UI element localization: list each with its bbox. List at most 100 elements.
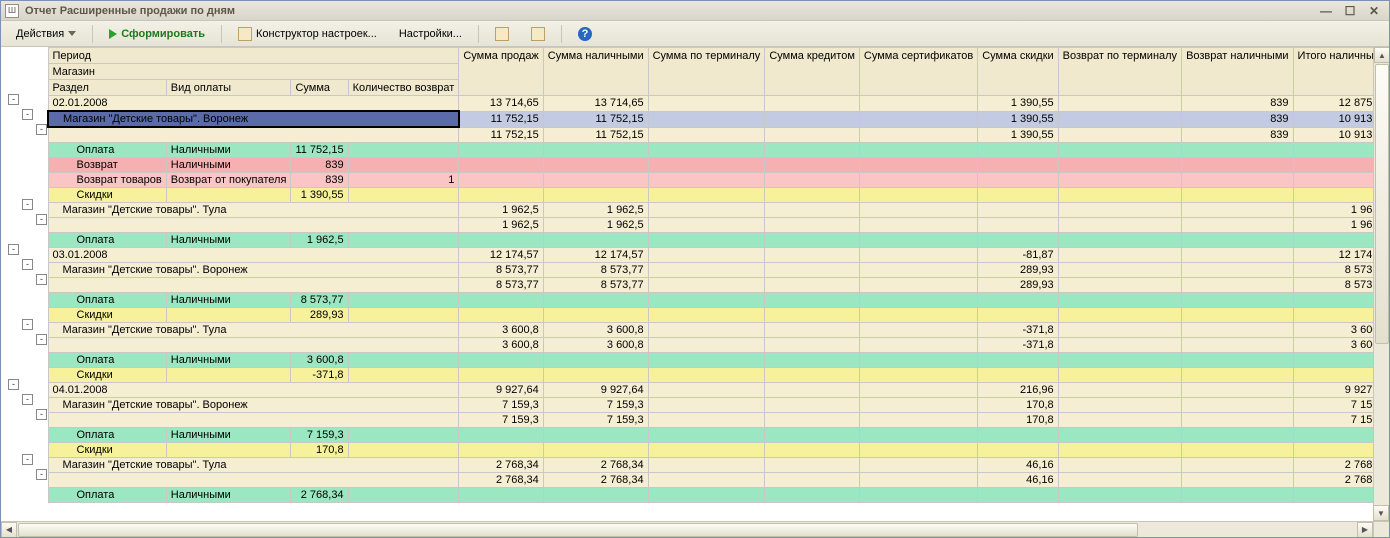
tool-button-1[interactable] bbox=[486, 24, 518, 44]
grid-cell[interactable]: 8 573,77 bbox=[543, 277, 648, 292]
grid-cell[interactable] bbox=[1058, 142, 1181, 157]
grid-cell[interactable] bbox=[1058, 352, 1181, 367]
qty-cell[interactable] bbox=[348, 142, 459, 157]
grid-cell[interactable] bbox=[765, 457, 860, 472]
table-row[interactable]: Магазин "Детские товары". Тула3 600,83 6… bbox=[48, 322, 1389, 337]
table-row[interactable]: Возврат товаровВозврат от покупателя8391 bbox=[48, 172, 1389, 187]
grid-cell[interactable] bbox=[859, 172, 977, 187]
grid-cell[interactable]: 839 bbox=[1182, 96, 1293, 112]
qty-cell[interactable] bbox=[348, 307, 459, 322]
grid-cell[interactable] bbox=[1058, 487, 1181, 502]
grid-cell[interactable] bbox=[459, 172, 543, 187]
grid-cell[interactable] bbox=[648, 457, 765, 472]
date-cell[interactable]: 02.01.2008 bbox=[48, 96, 459, 112]
grid-cell[interactable] bbox=[543, 352, 648, 367]
date-cell[interactable]: 03.01.2008 bbox=[48, 247, 459, 262]
grid-cell[interactable]: 7 159,3 bbox=[543, 397, 648, 412]
grid-cell[interactable] bbox=[978, 142, 1058, 157]
qty-cell[interactable] bbox=[348, 367, 459, 382]
grid-cell[interactable]: 1 390,55 bbox=[978, 111, 1058, 127]
grid-cell[interactable] bbox=[1058, 247, 1181, 262]
grid-cell[interactable] bbox=[765, 442, 860, 457]
scroll-left-button[interactable]: ◀ bbox=[1, 522, 17, 538]
qty-cell[interactable] bbox=[348, 442, 459, 457]
grid-cell[interactable] bbox=[765, 352, 860, 367]
section-cell[interactable]: Оплата bbox=[48, 142, 166, 157]
grid-cell[interactable]: 8 573,77 bbox=[459, 262, 543, 277]
expander-row[interactable]: - bbox=[1, 242, 47, 257]
grid-cell[interactable]: 170,8 bbox=[978, 412, 1058, 427]
grid-cell[interactable] bbox=[648, 472, 765, 487]
expander-row[interactable]: - bbox=[1, 467, 47, 482]
sum-cell[interactable]: 2 768,34 bbox=[291, 487, 348, 502]
grid-cell[interactable] bbox=[859, 202, 977, 217]
grid-cell[interactable] bbox=[648, 127, 765, 142]
grid-cell[interactable] bbox=[543, 142, 648, 157]
qty-cell[interactable] bbox=[348, 292, 459, 307]
grid-cell[interactable] bbox=[459, 487, 543, 502]
grid-cell[interactable] bbox=[1058, 322, 1181, 337]
grid-cell[interactable] bbox=[765, 292, 860, 307]
date-cell[interactable]: 04.01.2008 bbox=[48, 382, 459, 397]
grid-cell[interactable] bbox=[978, 157, 1058, 172]
grid-cell[interactable] bbox=[1058, 187, 1181, 202]
grid-cell[interactable] bbox=[859, 322, 977, 337]
grid-cell[interactable]: 170,8 bbox=[978, 397, 1058, 412]
table-row[interactable]: Магазин "Детские товары". Тула1 962,51 9… bbox=[48, 202, 1389, 217]
grid-cell[interactable] bbox=[648, 307, 765, 322]
grid-cell[interactable] bbox=[765, 412, 860, 427]
grid-cell[interactable] bbox=[1182, 172, 1293, 187]
grid-cell[interactable]: -371,8 bbox=[978, 322, 1058, 337]
section-cell[interactable]: Возврат товаров bbox=[48, 172, 166, 187]
grid-cell[interactable]: 1 390,55 bbox=[978, 127, 1058, 142]
grid-cell[interactable]: 3 600,8 bbox=[459, 337, 543, 352]
table-row[interactable]: ОплатаНаличными7 159,3 bbox=[48, 427, 1389, 442]
grid-cell[interactable]: 3 600,8 bbox=[543, 337, 648, 352]
grid-cell[interactable] bbox=[1182, 457, 1293, 472]
expander-row[interactable]: - bbox=[1, 317, 47, 332]
grid-cell[interactable]: 216,96 bbox=[978, 382, 1058, 397]
grid-cell[interactable] bbox=[648, 157, 765, 172]
grid-cell[interactable] bbox=[765, 427, 860, 442]
grid-cell[interactable] bbox=[1058, 232, 1181, 247]
paytype-cell[interactable]: Возврат от покупателя bbox=[166, 172, 291, 187]
section-cell[interactable]: Оплата bbox=[48, 352, 166, 367]
grid-cell[interactable]: 839 bbox=[1182, 127, 1293, 142]
grid-cell[interactable] bbox=[1058, 307, 1181, 322]
sum-cell[interactable]: 170,8 bbox=[291, 442, 348, 457]
grid-cell[interactable] bbox=[1058, 337, 1181, 352]
grid-cell[interactable] bbox=[859, 232, 977, 247]
grid-cell[interactable] bbox=[1058, 277, 1181, 292]
section-cell[interactable]: Скидки bbox=[48, 442, 166, 457]
grid-cell[interactable]: 2 768,34 bbox=[459, 472, 543, 487]
sum-cell[interactable]: 839 bbox=[291, 157, 348, 172]
grid-cell[interactable] bbox=[459, 187, 543, 202]
grid-cell[interactable]: 12 174,57 bbox=[543, 247, 648, 262]
grid-cell[interactable]: 8 573,77 bbox=[459, 277, 543, 292]
sum-cell[interactable]: 3 600,8 bbox=[291, 352, 348, 367]
grid-cell[interactable] bbox=[648, 412, 765, 427]
grid-cell[interactable] bbox=[459, 292, 543, 307]
grid-cell[interactable] bbox=[859, 307, 977, 322]
expander-row[interactable]: - bbox=[1, 332, 47, 347]
grid-cell[interactable]: 2 768,34 bbox=[543, 457, 648, 472]
grid-cell[interactable]: 8 573,77 bbox=[543, 262, 648, 277]
grid-cell[interactable] bbox=[543, 157, 648, 172]
table-row[interactable]: Магазин "Детские товары". Воронеж7 159,3… bbox=[48, 397, 1389, 412]
grid-cell[interactable] bbox=[648, 427, 765, 442]
grid-cell[interactable] bbox=[1058, 427, 1181, 442]
grid-cell[interactable] bbox=[859, 457, 977, 472]
scroll-right-button[interactable]: ▶ bbox=[1357, 522, 1373, 538]
grid-cell[interactable] bbox=[978, 307, 1058, 322]
grid-cell[interactable]: 11 752,15 bbox=[543, 111, 648, 127]
sum-cell[interactable]: 1 962,5 bbox=[291, 232, 348, 247]
grid-cell[interactable] bbox=[978, 352, 1058, 367]
grid-cell[interactable] bbox=[765, 127, 860, 142]
grid-cell[interactable] bbox=[765, 337, 860, 352]
grid-cell[interactable] bbox=[1182, 277, 1293, 292]
grid-cell[interactable] bbox=[543, 307, 648, 322]
paytype-cell[interactable]: Наличными bbox=[166, 292, 291, 307]
grid-cell[interactable]: 2 768,34 bbox=[543, 472, 648, 487]
grid-cell[interactable] bbox=[859, 247, 977, 262]
grid-cell[interactable] bbox=[543, 367, 648, 382]
